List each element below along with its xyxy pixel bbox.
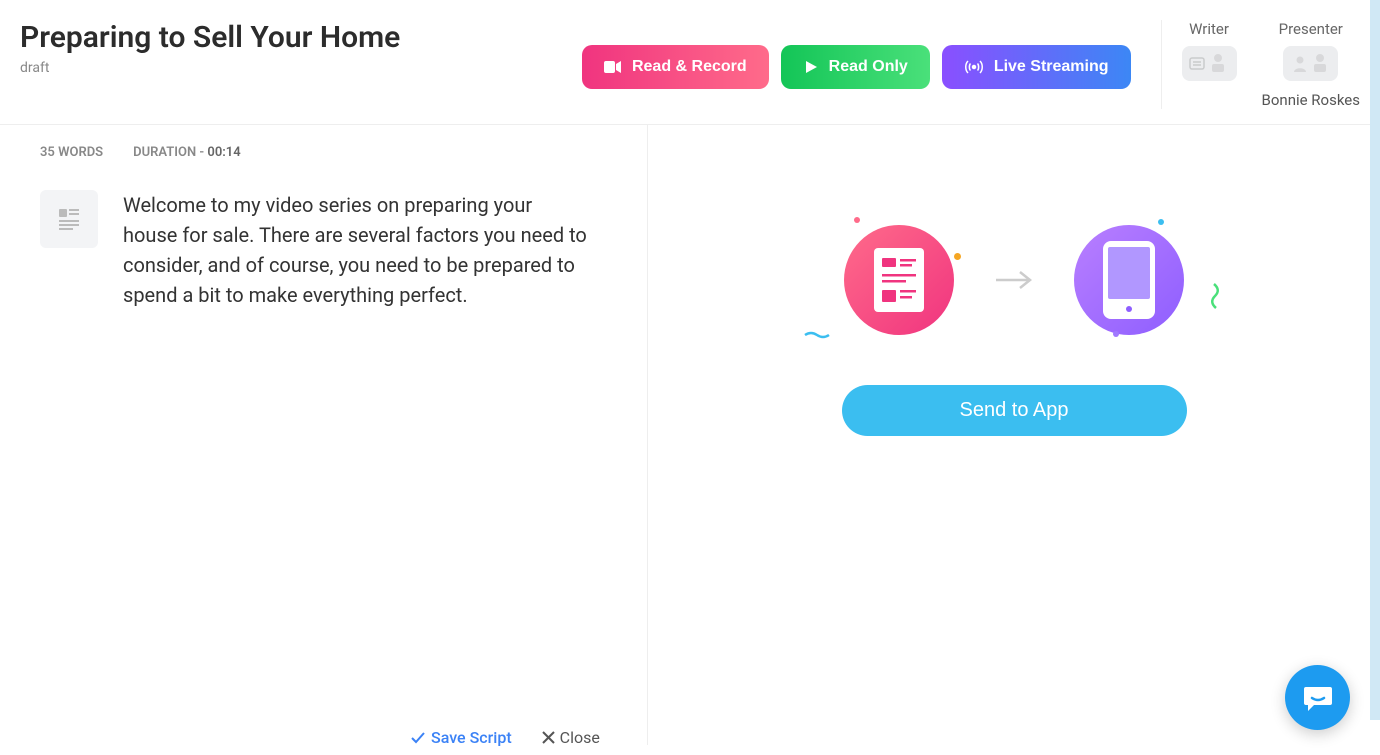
header: Preparing to Sell Your Home draft Read &… [0, 0, 1380, 125]
footer-actions: Save Script Close [410, 728, 600, 747]
play-icon [803, 59, 819, 75]
squiggle-decoration [1209, 282, 1224, 310]
phone-circle-icon [1074, 225, 1184, 335]
close-label: Close [560, 728, 600, 747]
roles-area: Writer Presenter Bonnie Roskes [1161, 20, 1360, 109]
squiggle-decoration [804, 330, 834, 340]
document-circle-icon [844, 225, 954, 335]
writer-role: Writer [1182, 20, 1237, 109]
confetti-dot [854, 217, 860, 223]
send-illustration [844, 225, 1184, 335]
right-panel: Send to App [648, 125, 1380, 745]
script-type-icon-box[interactable] [40, 190, 98, 248]
video-camera-icon [604, 60, 622, 74]
save-script-button[interactable]: Save Script [410, 728, 512, 747]
presenter-avatar-icon [1290, 50, 1332, 78]
script-text[interactable]: Welcome to my video series on preparing … [123, 190, 617, 310]
arrow-right-icon [994, 268, 1034, 292]
presenter-avatar[interactable] [1283, 46, 1338, 81]
broadcast-icon [964, 59, 984, 75]
duration-label: DURATION - [133, 145, 207, 160]
read-only-button[interactable]: Read Only [781, 45, 930, 89]
chat-support-button[interactable] [1285, 665, 1350, 730]
live-streaming-button[interactable]: Live Streaming [942, 45, 1131, 89]
send-to-app-button[interactable]: Send to App [842, 385, 1187, 436]
main-content: 35 WORDS DURATION - 00:14 Welcome to my … [0, 125, 1380, 745]
check-icon [410, 731, 426, 745]
writer-label: Writer [1189, 20, 1229, 38]
chat-icon [1302, 683, 1334, 713]
confetti-dot [1158, 219, 1164, 225]
duration: DURATION - 00:14 [133, 145, 241, 160]
left-panel: 35 WORDS DURATION - 00:14 Welcome to my … [0, 125, 648, 745]
confetti-dot [954, 253, 961, 260]
script-row: Welcome to my video series on preparing … [40, 190, 617, 310]
document-icon [56, 206, 82, 232]
script-stats: 35 WORDS DURATION - 00:14 [40, 145, 617, 160]
read-record-button[interactable]: Read & Record [582, 45, 769, 89]
close-button[interactable]: Close [542, 728, 600, 747]
save-script-label: Save Script [431, 728, 512, 747]
duration-value: 00:14 [207, 145, 240, 160]
close-icon [542, 731, 555, 744]
read-record-label: Read & Record [632, 58, 747, 76]
presenter-role: Presenter Bonnie Roskes [1262, 20, 1360, 109]
presenter-label: Presenter [1279, 20, 1343, 38]
writer-avatar-icon [1188, 50, 1230, 78]
header-right: Read & Record Read Only Live Streaming W… [582, 20, 1360, 109]
title-area: Preparing to Sell Your Home draft [20, 20, 400, 76]
live-streaming-label: Live Streaming [994, 58, 1109, 76]
draft-status: draft [20, 60, 400, 76]
presenter-name: Bonnie Roskes [1262, 91, 1360, 109]
page-title: Preparing to Sell Your Home [20, 20, 400, 55]
word-count: 35 WORDS [40, 145, 103, 160]
action-buttons: Read & Record Read Only Live Streaming [582, 45, 1131, 89]
writer-avatar[interactable] [1182, 46, 1237, 81]
read-only-label: Read Only [829, 58, 908, 76]
